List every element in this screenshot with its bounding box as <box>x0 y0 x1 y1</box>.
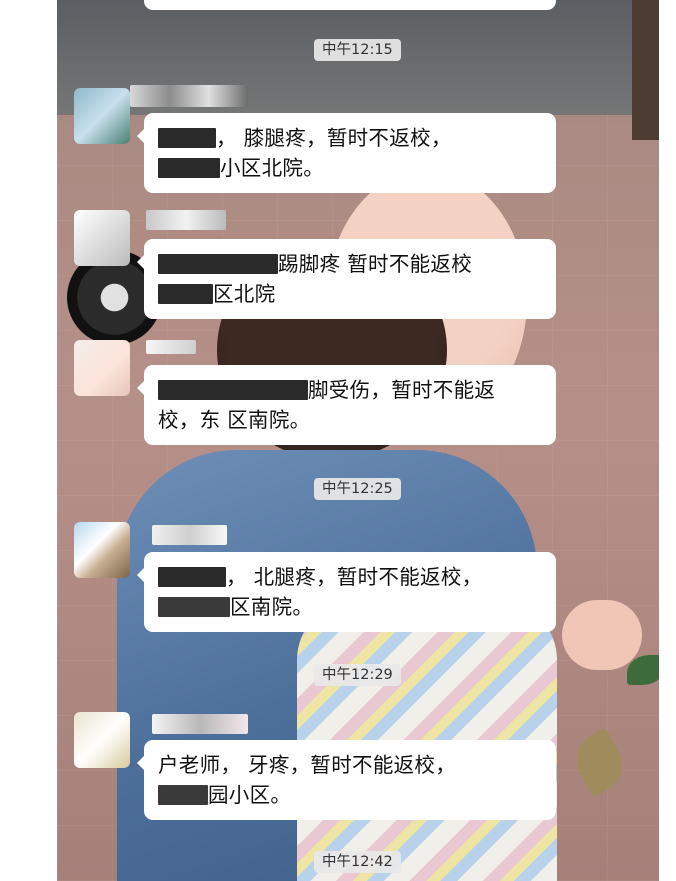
blurred-name <box>152 525 227 545</box>
message-bubble[interactable]: 脚受伤，暂时不能返 校，东 区南院。 <box>137 365 556 445</box>
message-text-line: 园小区。 <box>158 780 542 810</box>
message-bubble[interactable]: 踢脚疼 暂时不能返校 区北院 <box>137 239 556 319</box>
message-bubble[interactable]: ， 膝腿疼，暂时不返校， 小区北院。 <box>137 113 556 193</box>
timestamp: 中午12:42 <box>314 851 401 873</box>
avatar[interactable] <box>74 88 130 144</box>
blurred-name <box>146 210 226 230</box>
tree-trunk <box>632 0 659 140</box>
avatar[interactable] <box>74 712 130 768</box>
timestamp: 中午12:15 <box>314 39 401 61</box>
avatar[interactable] <box>74 210 130 266</box>
message-text-line: 区北院 <box>158 279 542 309</box>
message-text-line: 户老师， 牙疼，暂时不能返校， <box>158 753 457 777</box>
blurred-name <box>146 340 196 354</box>
message-bubble[interactable]: 户老师， 牙疼，暂时不能返校， 园小区。 <box>137 740 556 820</box>
message-text-line: 小区北院。 <box>158 153 542 183</box>
timestamp: 中午12:29 <box>314 664 401 686</box>
message-text-line: 校，东 区南院。 <box>158 408 311 432</box>
avatar[interactable] <box>74 522 130 578</box>
message-text-line: 区南院。 <box>158 592 542 622</box>
message-text-line: ， 北腿疼，暂时不能返校， <box>158 562 542 592</box>
message-text-line: ， 膝腿疼，暂时不返校， <box>158 123 542 153</box>
blurred-name <box>152 714 248 734</box>
partial-message-bubble <box>144 0 556 10</box>
child-hand <box>562 600 642 670</box>
message-bubble[interactable]: ， 北腿疼，暂时不能返校， 区南院。 <box>137 552 556 632</box>
message-text-line: 脚受伤，暂时不能返 <box>158 375 542 405</box>
avatar[interactable] <box>74 340 130 396</box>
blurred-name <box>130 85 248 107</box>
message-text-line: 踢脚疼 暂时不能返校 <box>158 249 542 279</box>
timestamp: 中午12:25 <box>314 478 401 500</box>
